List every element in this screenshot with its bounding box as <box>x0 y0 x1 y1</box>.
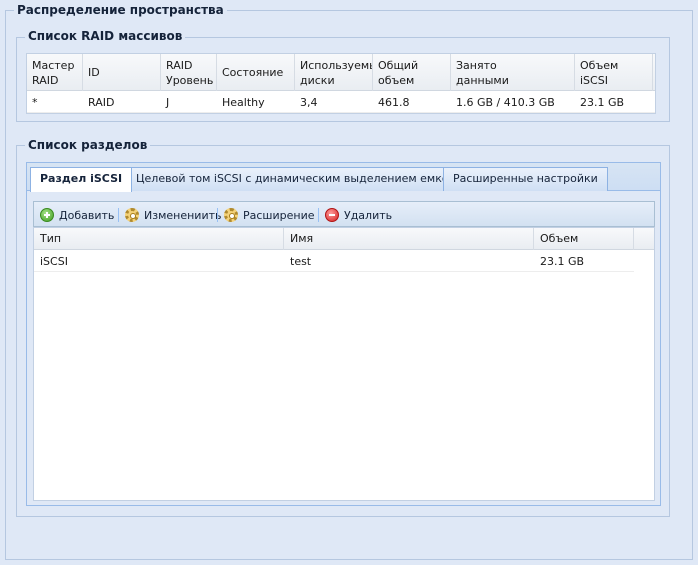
col-used-data[interactable]: Занято данными <box>451 54 575 91</box>
col-name[interactable]: Имя <box>284 228 534 250</box>
tab-strip: Раздел iSCSI Целевой том iSCSI с динамич… <box>27 163 660 192</box>
gear-icon <box>125 208 139 222</box>
raid-master: * <box>32 96 38 109</box>
partition-tabpanel: Раздел iSCSI Целевой том iSCSI с динамич… <box>26 162 661 506</box>
add-button[interactable]: Добавить <box>40 205 114 225</box>
col-master-raid[interactable]: Мастер RAID <box>27 54 83 91</box>
delete-button[interactable]: Удалить <box>325 205 392 225</box>
col-total-size[interactable]: Общий объем <box>373 54 451 91</box>
raid-status: Healthy <box>222 96 265 109</box>
col-raid-level[interactable]: RAID Уровень <box>161 54 217 91</box>
tab-advanced-settings[interactable]: Расширенные настройки <box>443 167 608 191</box>
raid-used: 1.6 GB / 410.3 GB <box>456 96 555 109</box>
edit-button[interactable]: Изменениить <box>125 205 221 225</box>
raid-row[interactable]: * RAID J Healthy 3,4 461.8 1.6 GB / 410.… <box>27 93 655 113</box>
raid-iscsi: 23.1 GB <box>580 96 625 109</box>
partition-grid: Тип Имя Объем iSCSI test 23.1 GB <box>33 227 655 501</box>
col-id[interactable]: ID <box>83 54 161 91</box>
add-icon <box>40 208 54 222</box>
partition-name: test <box>290 255 312 268</box>
tab-body: Добавить Изменениить Расширение Удалить … <box>27 191 660 505</box>
partition-list-title: Список разделов <box>25 138 151 152</box>
tab-thin-provisioning-target[interactable]: Целевой том iSCSI с динамическим выделен… <box>126 167 479 191</box>
col-size[interactable]: Объем <box>534 228 634 250</box>
toolbar-separator <box>217 208 218 222</box>
gear-icon <box>224 208 238 222</box>
space-allocation-title: Распределение пространства <box>14 3 227 17</box>
toolbar-separator <box>118 208 119 222</box>
raid-grid: Мастер RAID ID RAID Уровень Состояние Ис… <box>26 53 656 114</box>
raid-disks: 3,4 <box>300 96 318 109</box>
table-row[interactable]: iSCSI test 23.1 GB <box>34 251 634 272</box>
tab-iscsi-partition[interactable]: Раздел iSCSI <box>30 167 133 192</box>
partition-grid-header: Тип Имя Объем <box>34 228 654 250</box>
raid-list-title: Список RAID массивов <box>25 29 186 43</box>
delete-icon <box>325 208 339 222</box>
toolbar-separator <box>318 208 319 222</box>
expand-button[interactable]: Расширение <box>224 205 315 225</box>
col-iscsi-size[interactable]: Объем iSCSI <box>575 54 653 91</box>
partition-toolbar: Добавить Изменениить Расширение Удалить <box>33 201 655 227</box>
col-status[interactable]: Состояние <box>217 54 295 91</box>
raid-grid-header: Мастер RAID ID RAID Уровень Состояние Ис… <box>27 54 655 91</box>
partition-type: iSCSI <box>40 255 68 268</box>
partition-size: 23.1 GB <box>540 255 585 268</box>
col-type[interactable]: Тип <box>34 228 284 250</box>
raid-id: RAID <box>88 96 115 109</box>
raid-level: J <box>166 96 170 109</box>
raid-total: 461.8 <box>378 96 410 109</box>
col-used-disks[interactable]: Используемые диски <box>295 54 373 91</box>
